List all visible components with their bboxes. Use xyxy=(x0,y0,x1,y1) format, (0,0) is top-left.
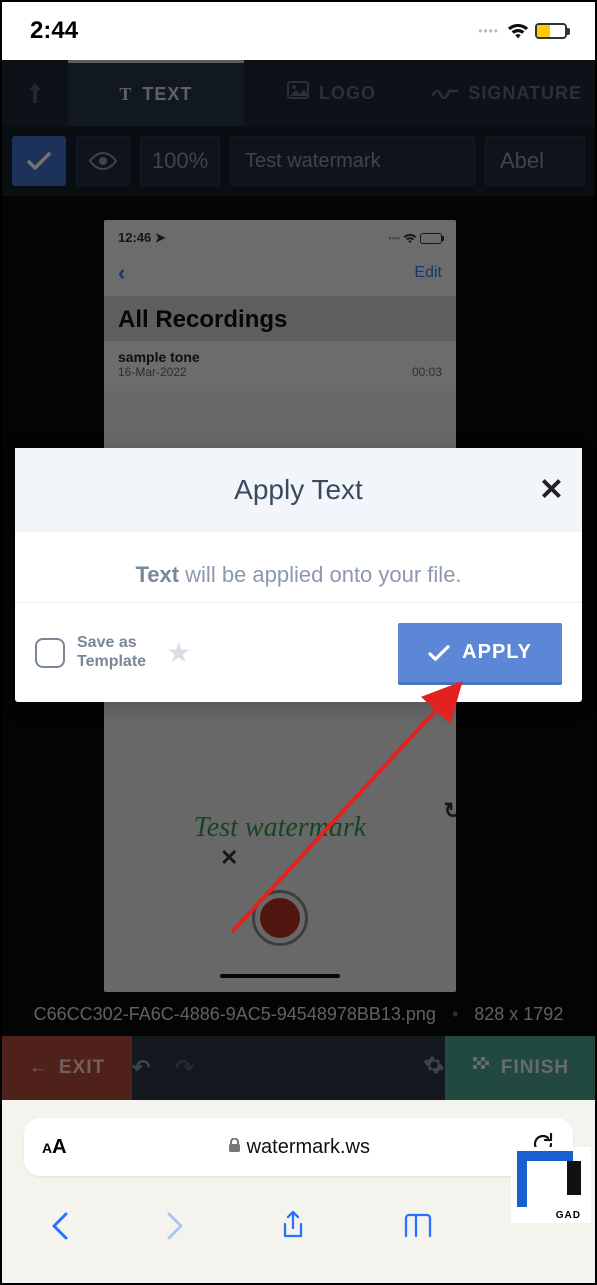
file-info-bar: C66CC302-FA6C-4886-9AC5-94548978BB13.png… xyxy=(2,992,595,1036)
redo-button[interactable]: ↷ xyxy=(175,1055,194,1081)
publisher-logo: GAD xyxy=(511,1147,591,1223)
text-icon: T xyxy=(119,84,132,105)
watermark-text-input[interactable]: Test watermark xyxy=(230,136,475,186)
undo-button[interactable]: ↶ xyxy=(132,1055,151,1081)
inner-status-area: 12:46 ➤ •••• ‹ Edit xyxy=(104,220,456,296)
battery-icon xyxy=(535,23,567,39)
modal-close-button[interactable]: ✕ xyxy=(539,473,564,508)
publisher-logo-text: GAD xyxy=(556,1210,581,1221)
finish-button[interactable]: FINISH xyxy=(445,1036,595,1100)
safari-back-button[interactable] xyxy=(50,1210,70,1250)
exit-label: EXIT xyxy=(59,1057,105,1079)
apply-text-modal: Apply Text ✕ Text will be applied onto y… xyxy=(15,448,582,702)
watermark-type-tabs: T TEXT LOGO SIGNATURE xyxy=(2,60,595,126)
status-bar: 2:44 •••• xyxy=(2,2,595,60)
inner-time: 12:46 ➤ xyxy=(118,230,166,246)
settings-button[interactable] xyxy=(423,1054,445,1082)
inner-home-indicator xyxy=(220,974,340,978)
safari-bookmarks-button[interactable] xyxy=(402,1212,434,1248)
modal-title: Apply Text xyxy=(234,474,363,505)
inner-edit-link: Edit xyxy=(414,264,442,282)
exit-button[interactable]: ← EXIT xyxy=(2,1036,132,1100)
save-template-option[interactable]: Save as Template ★ xyxy=(35,634,191,671)
file-dimensions: 828 x 1792 xyxy=(474,1004,563,1025)
safari-forward-button[interactable] xyxy=(165,1210,185,1250)
editor-bottom-bar: ← EXIT ↶ ↷ FINISH xyxy=(2,1036,595,1100)
opacity-value[interactable]: 100% xyxy=(140,136,220,186)
inner-back-icon: ‹ xyxy=(118,260,125,286)
tab-text-label: TEXT xyxy=(142,84,192,105)
star-icon: ★ xyxy=(166,636,191,669)
tab-text[interactable]: T TEXT xyxy=(68,60,244,126)
watermark-preview-text[interactable]: Test watermark xyxy=(194,812,366,844)
text-size-button[interactable]: AA xyxy=(42,1136,67,1159)
wifi-icon xyxy=(507,22,529,40)
arrow-left-icon: ← xyxy=(29,1057,49,1079)
signature-icon xyxy=(432,82,458,105)
safari-browser-chrome: AA watermark.ws □ xyxy=(2,1100,595,1283)
modal-desc-emphasis: Text xyxy=(135,562,179,587)
font-selector[interactable]: Abel xyxy=(485,136,585,186)
finish-label: FINISH xyxy=(501,1057,569,1079)
inner-row-name: sample tone xyxy=(118,349,200,365)
inner-wifi-icon xyxy=(403,233,417,244)
modal-description: Text will be applied onto your file. xyxy=(15,532,582,603)
flag-icon xyxy=(471,1055,491,1081)
inner-battery-icon xyxy=(420,233,442,244)
confirm-button[interactable] xyxy=(12,136,66,186)
modal-footer: Save as Template ★ APPLY xyxy=(15,603,582,702)
tab-logo[interactable]: LOGO xyxy=(244,60,420,126)
separator-dot: • xyxy=(452,1004,458,1025)
inner-recording-row: sample tone 16-Mar-2022 00:03 xyxy=(104,340,456,391)
clock-time: 2:44 xyxy=(30,17,78,45)
inner-row-duration: 00:03 xyxy=(412,365,442,379)
image-icon xyxy=(287,81,309,105)
save-template-label: Save as Template xyxy=(77,634,146,671)
watermark-delete-handle[interactable]: ✕ xyxy=(220,845,238,871)
checkmark-icon xyxy=(428,644,450,662)
save-template-checkbox[interactable] xyxy=(35,638,65,668)
apply-label: APPLY xyxy=(462,641,532,664)
url-text: watermark.ws xyxy=(247,1136,370,1159)
modal-desc-text: will be applied onto your file. xyxy=(179,562,462,587)
watermark-rotate-handle[interactable]: ↻ xyxy=(444,798,456,824)
safari-share-button[interactable] xyxy=(280,1210,306,1250)
cellular-dots-icon: •••• xyxy=(478,24,499,38)
inner-record-button xyxy=(252,890,308,946)
safari-nav-bar: □ xyxy=(2,1190,595,1270)
file-name: C66CC302-FA6C-4886-9AC5-94548978BB13.png xyxy=(34,1004,436,1025)
url-display[interactable]: watermark.ws xyxy=(81,1136,517,1159)
safari-url-bar[interactable]: AA watermark.ws xyxy=(24,1118,573,1176)
status-icons: •••• xyxy=(478,22,567,40)
visibility-toggle[interactable] xyxy=(76,136,130,186)
tab-logo-label: LOGO xyxy=(319,83,376,104)
inner-cell-dots: •••• xyxy=(389,234,400,243)
upload-tab-icon[interactable] xyxy=(2,60,68,126)
modal-header: Apply Text ✕ xyxy=(15,448,582,532)
text-toolbar: 100% Test watermark Abel xyxy=(2,126,595,196)
inner-row-date: 16-Mar-2022 xyxy=(118,365,200,379)
apply-button[interactable]: APPLY xyxy=(398,623,562,682)
history-controls: ↶ ↷ xyxy=(132,1036,445,1100)
tab-signature-label: SIGNATURE xyxy=(468,83,582,104)
lock-icon xyxy=(228,1138,241,1156)
inner-title: All Recordings xyxy=(118,306,442,334)
tab-signature[interactable]: SIGNATURE xyxy=(419,60,595,126)
